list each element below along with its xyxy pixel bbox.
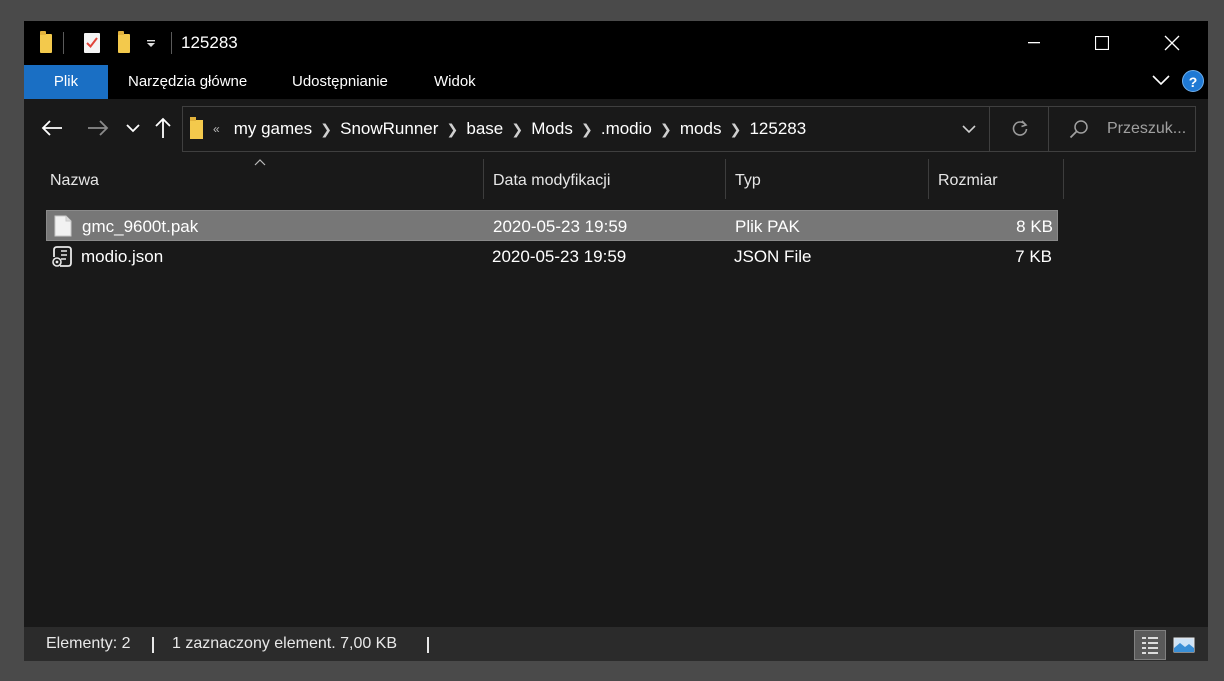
recent-locations-button[interactable]: [118, 113, 148, 143]
chevron-right-icon[interactable]: ❯: [721, 121, 749, 138]
search-icon: [1069, 119, 1089, 144]
file-name: modio.json: [81, 247, 164, 266]
close-icon: [1164, 35, 1180, 51]
forward-button[interactable]: [83, 113, 113, 143]
item-count: Elementy: 2: [46, 635, 131, 652]
chevron-right-icon[interactable]: ❯: [652, 121, 680, 138]
address-history-button[interactable]: [949, 107, 989, 151]
search-box[interactable]: [1048, 106, 1196, 152]
breadcrumb-item-current[interactable]: 125283: [749, 119, 806, 139]
back-button[interactable]: [37, 113, 67, 143]
details-view-button[interactable]: [1134, 630, 1166, 660]
file-name: gmc_9600t.pak: [82, 217, 199, 236]
breadcrumb-item[interactable]: base: [466, 119, 503, 139]
file-row[interactable]: modio.json 2020-05-23 19:59 JSON File 7 …: [46, 241, 1058, 272]
title-bar: 125283: [24, 21, 1208, 65]
arrow-left-icon: [41, 120, 62, 136]
large-icons-view-icon: [1173, 637, 1195, 653]
arrow-up-icon: [155, 117, 171, 138]
file-type: JSON File: [734, 247, 812, 266]
folder-icon: [190, 117, 203, 139]
close-button[interactable]: [1138, 21, 1206, 65]
search-input[interactable]: [1107, 117, 1193, 141]
breadcrumb-item[interactable]: mods: [680, 119, 722, 139]
file-row[interactable]: gmc_9600t.pak 2020-05-23 19:59 Plik PAK …: [46, 210, 1058, 241]
folder-icon: [40, 31, 52, 53]
large-icons-view-button[interactable]: [1168, 630, 1200, 660]
tab-view[interactable]: Widok: [414, 65, 496, 99]
minimize-icon: [1028, 42, 1040, 44]
chevron-right-icon[interactable]: ❯: [438, 121, 466, 138]
tab-share[interactable]: Udostępnianie: [272, 65, 408, 99]
breadcrumb-item[interactable]: my games: [234, 119, 312, 139]
file-explorer-window: 125283 Plik Narzędzia główne Udostępnian…: [24, 21, 1208, 661]
refresh-icon: [1012, 120, 1028, 136]
navigation-bar: « my games ❯ SnowRunner ❯ base ❯ Mods ❯ …: [24, 99, 1208, 159]
status-divider: [152, 637, 154, 653]
column-header-date[interactable]: Data modyfikacji: [483, 159, 726, 199]
maximize-button[interactable]: [1068, 21, 1136, 65]
chevron-right-icon[interactable]: ❯: [503, 121, 531, 138]
properties-icon[interactable]: [84, 33, 100, 53]
column-header-size[interactable]: Rozmiar: [928, 159, 1064, 199]
chevron-right-icon[interactable]: ❯: [312, 121, 340, 138]
column-header-name[interactable]: Nazwa: [40, 159, 484, 199]
refresh-button[interactable]: [991, 107, 1049, 151]
expand-ribbon-chevron-down-icon[interactable]: [1152, 73, 1170, 91]
maximize-icon: [1095, 36, 1109, 50]
address-divider: [989, 107, 990, 151]
window-title: 125283: [181, 33, 238, 52]
file-modified: 2020-05-23 19:59: [493, 217, 628, 236]
address-bar[interactable]: « my games ❯ SnowRunner ❯ base ❯ Mods ❯ …: [182, 106, 1050, 152]
breadcrumb-item[interactable]: Mods: [531, 119, 573, 139]
quick-access-divider: [63, 32, 64, 54]
quick-access-divider: [171, 32, 172, 54]
chevron-right-icon[interactable]: ❯: [573, 121, 601, 138]
file-type: Plik PAK: [735, 217, 800, 236]
up-button[interactable]: [148, 113, 178, 143]
help-icon[interactable]: ?: [1182, 70, 1204, 92]
file-size: 8 KB: [1016, 217, 1053, 236]
minimize-button[interactable]: [1000, 21, 1068, 65]
arrow-right-icon: [88, 120, 109, 136]
tab-file[interactable]: Plik: [24, 65, 108, 99]
file-modified: 2020-05-23 19:59: [492, 247, 627, 266]
status-bar: Elementy: 2 1 zaznaczony element. 7,00 K…: [24, 627, 1208, 661]
breadcrumb: « my games ❯ SnowRunner ❯ base ❯ Mods ❯ …: [213, 107, 806, 151]
tab-home[interactable]: Narzędzia główne: [108, 65, 267, 99]
breadcrumb-item[interactable]: SnowRunner: [340, 119, 438, 139]
column-headers: Nazwa Data modyfikacji Typ Rozmiar: [24, 159, 1208, 199]
customize-quick-access-icon[interactable]: [146, 38, 156, 52]
breadcrumb-overflow[interactable]: «: [213, 122, 220, 136]
chevron-down-icon: [126, 124, 140, 133]
file-icon: [54, 215, 72, 242]
selection-summary: 1 zaznaczony element. 7,00 KB: [172, 635, 398, 652]
file-list: Nazwa Data modyfikacji Typ Rozmiar gmc_9…: [24, 159, 1208, 627]
details-view-icon: [1142, 637, 1158, 654]
status-divider: [427, 637, 429, 653]
breadcrumb-item[interactable]: .modio: [601, 119, 652, 139]
ribbon-tabs: Plik Narzędzia główne Udostępnianie Wido…: [24, 65, 1208, 99]
json-file-icon: [51, 245, 75, 274]
file-size: 7 KB: [1015, 247, 1052, 266]
column-header-type[interactable]: Typ: [725, 159, 929, 199]
new-folder-icon[interactable]: [118, 31, 130, 53]
chevron-down-icon: [962, 125, 976, 134]
